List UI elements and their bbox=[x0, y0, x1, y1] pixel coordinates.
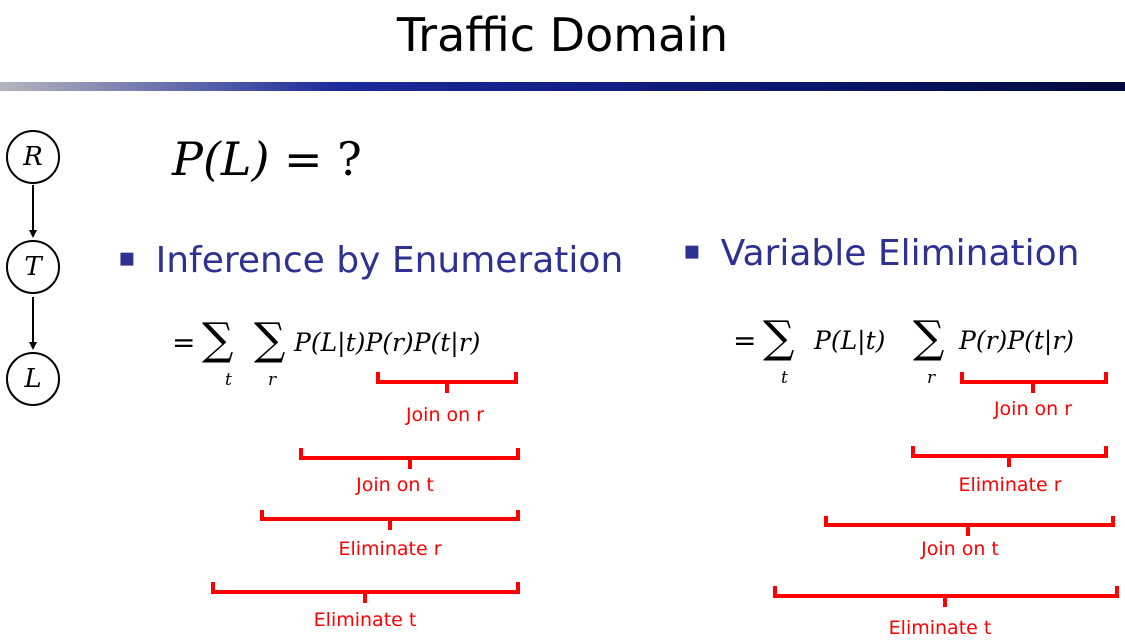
step-elim-t-right: Eliminate t bbox=[888, 617, 992, 639]
step-join-r-right: Join on r bbox=[993, 398, 1073, 420]
step-join-t-right: Join on t bbox=[921, 538, 999, 560]
brace-elim-r-right bbox=[911, 446, 1108, 467]
brace-elim-t-right bbox=[773, 586, 1119, 607]
step-elim-r-right: Eliminate r bbox=[958, 474, 1062, 496]
brace-join-t-right bbox=[824, 516, 1115, 536]
brace-join-r-right bbox=[960, 372, 1108, 393]
